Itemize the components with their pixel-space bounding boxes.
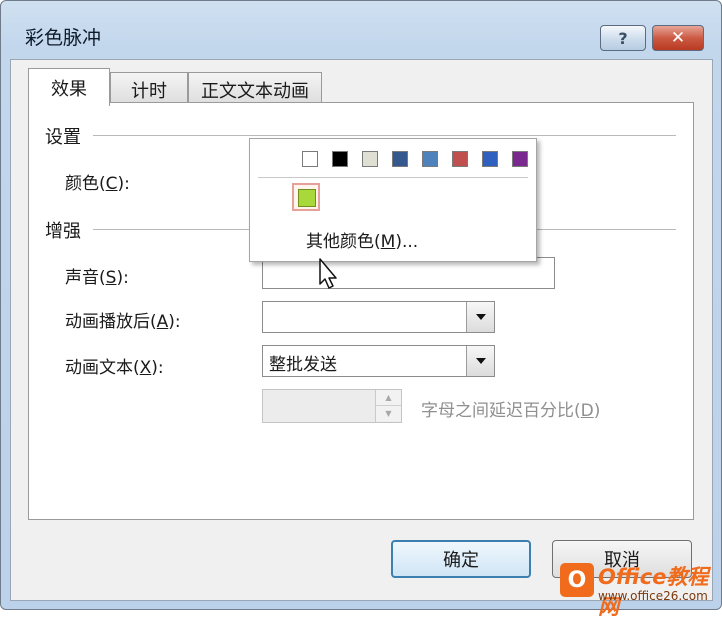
spin-up-icon[interactable]: ▲ (376, 390, 401, 406)
dropdown-arrow[interactable] (466, 302, 494, 332)
color-swatch[interactable] (302, 151, 318, 167)
recent-color-swatch[interactable] (292, 183, 320, 211)
tab-label: 效果 (51, 78, 87, 100)
watermark-url: www.office26.com (598, 589, 708, 603)
color-swatch[interactable] (332, 151, 348, 167)
ok-button[interactable]: 确定 (391, 540, 531, 578)
color-swatch[interactable] (392, 151, 408, 167)
delay-percent-label: 字母之间延迟百分比(D) (421, 401, 601, 421)
chevron-down-icon (475, 314, 486, 320)
dropdown-arrow[interactable] (466, 346, 494, 376)
color-swatch[interactable] (362, 151, 378, 167)
settings-section-title: 设置 (45, 127, 81, 148)
spin-down-icon[interactable]: ▼ (376, 406, 401, 421)
color-label: 颜色(C): (65, 174, 130, 194)
tab-text-animation[interactable]: 正文文本动画 (188, 72, 322, 106)
color-dropdown-menu: 其他颜色(M)... (249, 138, 537, 262)
tab-label: 正文文本动画 (201, 80, 309, 102)
window-title: 彩色脉冲 (25, 27, 102, 49)
enhance-section-title: 增强 (45, 221, 81, 242)
color-swatch[interactable] (482, 151, 498, 167)
close-button[interactable]: ✕ (652, 25, 704, 51)
divider (93, 135, 676, 136)
dialog-window: 彩色脉冲 ? ✕ 效果 计时 正文文本动画 设置 颜色(C): 增强 声音(S)… (0, 0, 722, 610)
chevron-down-icon (475, 358, 486, 364)
color-swatch[interactable] (512, 151, 528, 167)
after-animation-label: 动画播放后(A): (65, 312, 181, 332)
watermark: O Office教程网 www.office26.com (554, 559, 720, 619)
tab-timing[interactable]: 计时 (110, 72, 188, 106)
mouse-pointer-icon (319, 258, 337, 289)
more-colors-item[interactable]: 其他颜色(M)... (306, 227, 418, 252)
help-button[interactable]: ? (600, 25, 646, 51)
after-animation-combo[interactable] (262, 301, 495, 333)
divider (258, 177, 528, 178)
animate-text-combo[interactable]: 整批发送 (262, 345, 495, 377)
sound-label: 声音(S): (65, 268, 129, 288)
recent-color-fill (298, 189, 316, 207)
office-logo-icon: O (560, 563, 594, 597)
tab-label: 计时 (131, 80, 167, 102)
help-icon: ? (618, 28, 628, 48)
tab-effect[interactable]: 效果 (28, 68, 110, 106)
close-icon: ✕ (670, 28, 686, 48)
animate-text-label: 动画文本(X): (65, 358, 164, 378)
delay-percent-spinner[interactable]: ▲ ▼ (262, 389, 402, 423)
color-swatch[interactable] (422, 151, 438, 167)
ok-button-label: 确定 (443, 550, 479, 571)
animate-text-value: 整批发送 (269, 355, 337, 375)
color-swatch[interactable] (452, 151, 468, 167)
